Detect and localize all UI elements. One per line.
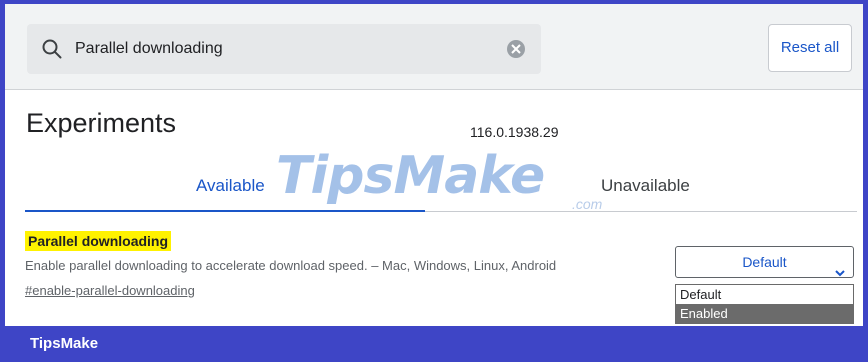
header-bar: Parallel downloading Reset all xyxy=(5,4,863,90)
watermark-suffix: .com xyxy=(572,196,603,212)
footer-brand: TipsMake xyxy=(30,335,99,352)
reset-all-button[interactable]: Reset all xyxy=(768,24,852,72)
tab-unavailable[interactable]: Unavailable xyxy=(601,176,690,196)
search-input[interactable]: Parallel downloading xyxy=(27,24,541,74)
experiment-select[interactable]: Default xyxy=(675,246,854,278)
chevron-down-icon xyxy=(835,257,845,287)
active-tab-indicator xyxy=(25,210,425,212)
select-dropdown: Default Enabled xyxy=(675,284,854,324)
experiment-link[interactable]: #enable-parallel-downloading xyxy=(25,283,195,298)
tab-available[interactable]: Available xyxy=(196,176,265,196)
search-icon xyxy=(41,38,63,60)
clear-icon[interactable] xyxy=(507,40,525,58)
watermark-logo: TipsMake xyxy=(276,146,545,206)
experiment-title: Parallel downloading xyxy=(25,231,172,251)
search-value[interactable]: Parallel downloading xyxy=(75,24,223,74)
dropdown-option-enabled[interactable]: Enabled xyxy=(676,304,853,323)
version-label: 116.0.1938.29 xyxy=(470,124,559,140)
select-value: Default xyxy=(742,254,787,270)
page-title: Experiments xyxy=(26,108,177,138)
footer-bar: TipsMake xyxy=(0,326,868,362)
dropdown-option-default[interactable]: Default xyxy=(676,285,853,304)
experiment-description: Enable parallel downloading to accelerat… xyxy=(25,258,557,273)
